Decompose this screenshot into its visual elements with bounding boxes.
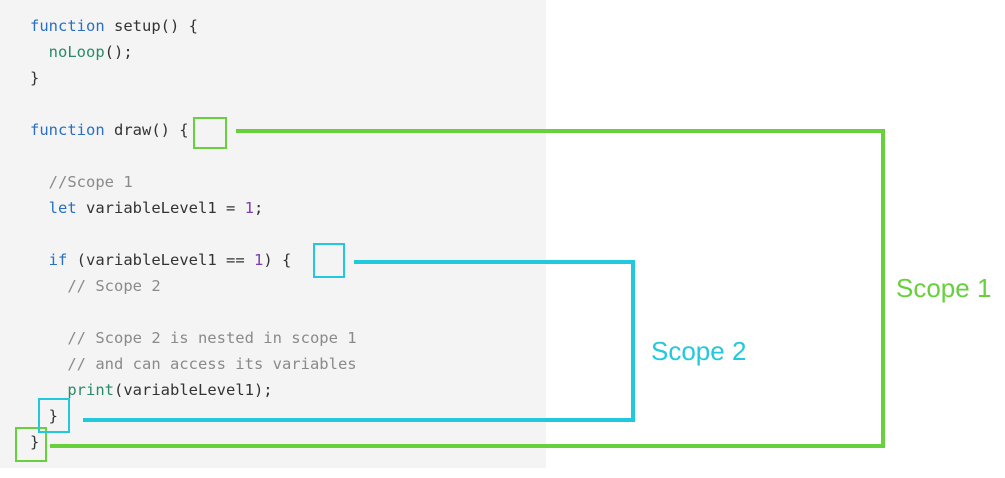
scope-annotations: Scope 1 Scope 2 bbox=[15, 117, 991, 462]
scope-1-connector bbox=[50, 129, 885, 448]
scope-2-open-brace-box bbox=[313, 243, 345, 278]
scope-2-bracket bbox=[38, 243, 635, 433]
scope-2-connector bbox=[83, 260, 635, 422]
scope-1-open-brace-box bbox=[193, 117, 227, 149]
scope-1-label: Scope 1 bbox=[896, 273, 991, 303]
scope-2-label: Scope 2 bbox=[651, 336, 746, 366]
scope-1-bracket bbox=[15, 117, 885, 462]
